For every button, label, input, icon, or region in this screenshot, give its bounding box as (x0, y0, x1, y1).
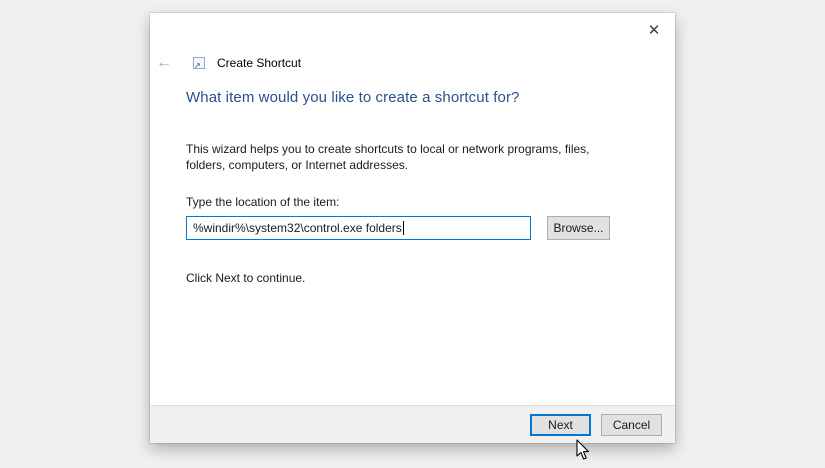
cancel-button[interactable]: Cancel (601, 413, 662, 436)
browse-button[interactable]: Browse... (547, 216, 610, 240)
next-button[interactable]: Next (530, 413, 591, 436)
location-input-value: %windir%\system32\control.exe folders (193, 221, 402, 235)
page-title: What item would you like to create a sho… (186, 89, 520, 106)
wizard-description: This wizard helps you to create shortcut… (186, 142, 590, 172)
shortcut-icon: ↗ (193, 57, 205, 70)
dialog-footer: Next Cancel (150, 405, 675, 443)
back-button[interactable]: ← (156, 53, 180, 73)
back-arrow-icon: ← (156, 54, 172, 71)
title-bar: ← ↗ Create Shortcut (156, 53, 301, 73)
close-icon: ✕ (647, 21, 661, 39)
desktop-background: { "window": { "title": "Create Shortcut"… (0, 0, 825, 468)
window-title: Create Shortcut (217, 56, 302, 70)
close-button[interactable]: ✕ (633, 13, 675, 47)
next-hint-text: Click Next to continue. (186, 271, 306, 285)
location-input[interactable]: %windir%\system32\control.exe folders (186, 216, 531, 240)
location-field-label: Type the location of the item: (186, 195, 340, 209)
shortcut-arrow-icon: ↗ (194, 61, 201, 70)
text-caret (402, 221, 404, 235)
create-shortcut-dialog: ✕ ← ↗ Create Shortcut What item would yo… (150, 13, 675, 443)
